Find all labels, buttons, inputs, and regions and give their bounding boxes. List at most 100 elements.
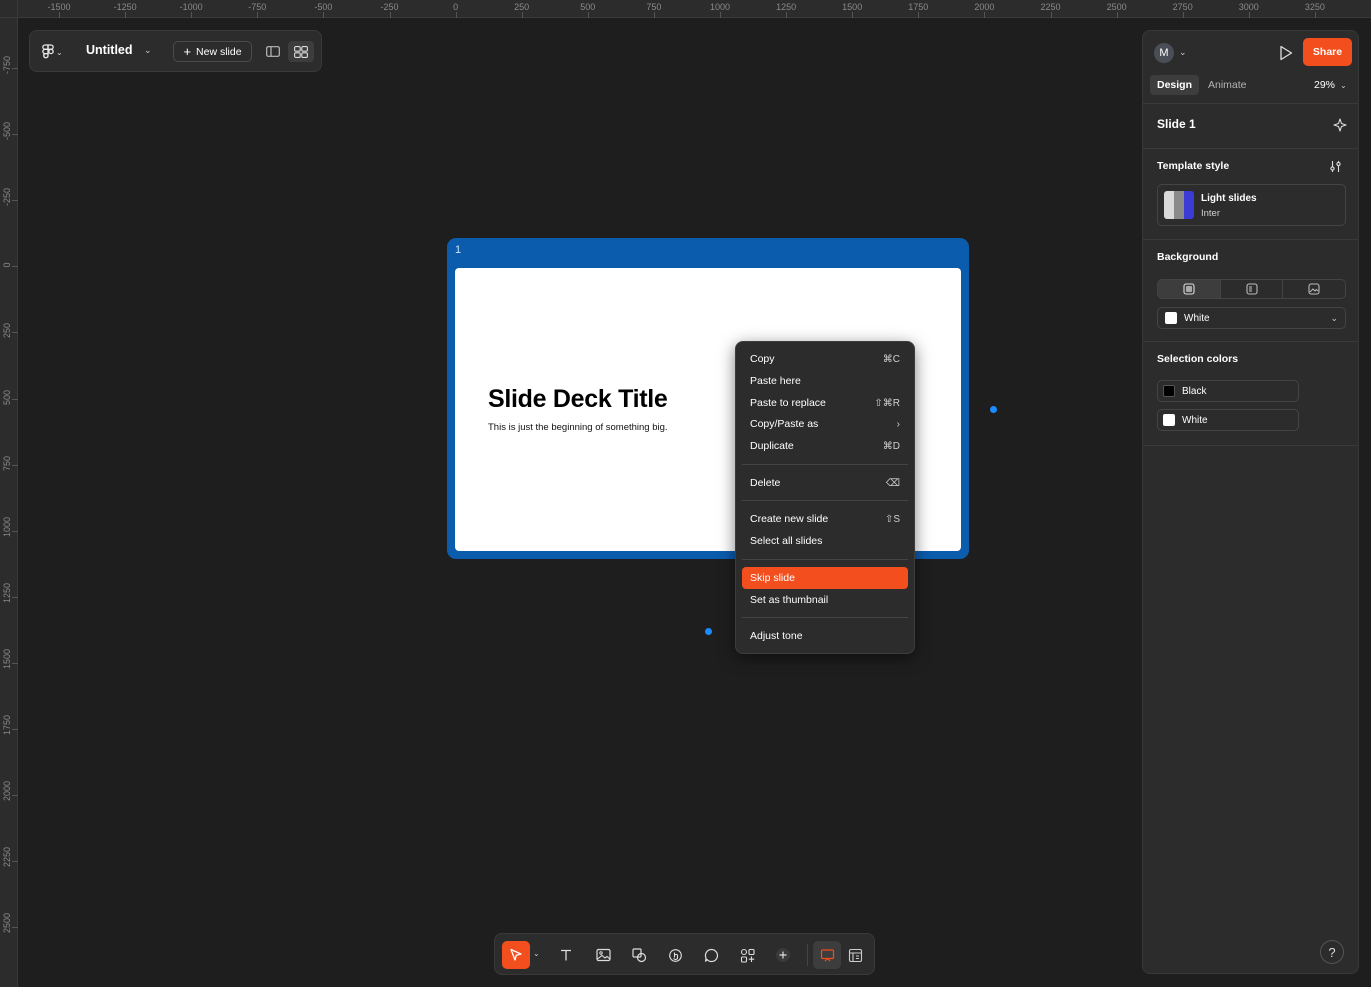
solid-fill-icon	[1183, 283, 1195, 295]
background-color-select[interactable]: White ⌄	[1157, 307, 1346, 329]
ruler-tick	[191, 12, 193, 18]
ruler-label: 500	[2, 389, 12, 405]
color-swatch	[1165, 312, 1177, 324]
slide-subtitle[interactable]: This is just the beginning of something …	[488, 422, 668, 433]
top-toolbar: ⌄ Untitled ⌄ + New slide	[29, 30, 322, 72]
menu-item-delete[interactable]: Delete ⌫	[742, 472, 908, 494]
menu-item-paste-to-replace[interactable]: Paste to replace ⇧⌘R	[742, 392, 908, 414]
help-button[interactable]: ?	[1320, 940, 1344, 964]
ruler-tick	[12, 200, 18, 202]
single-view-icon	[266, 46, 280, 57]
menu-item-create-new-slide[interactable]: Create new slide ⇧S	[742, 508, 908, 530]
plus-circle-icon	[776, 948, 790, 962]
ruler-tick	[918, 12, 920, 18]
grid-view-button[interactable]	[288, 41, 314, 62]
ruler-label: 2500	[1106, 2, 1127, 12]
ruler-tick	[323, 12, 325, 18]
ruler-label: 0	[453, 2, 459, 12]
dev-mode-button[interactable]	[841, 941, 869, 969]
ruler-label: 2250	[1040, 2, 1061, 12]
avatar[interactable]: M	[1154, 43, 1174, 63]
menu-item-paste-here[interactable]: Paste here	[742, 370, 908, 392]
slide-title[interactable]: Slide Deck Title	[488, 385, 668, 414]
tab-design[interactable]: Design	[1150, 75, 1200, 95]
widgets-icon	[740, 948, 755, 963]
menu-item-copy-paste-as[interactable]: Copy/Paste as ›	[742, 413, 908, 435]
chevron-right-icon: ›	[896, 418, 900, 430]
menu-item-set-as-thumbnail[interactable]: Set as thumbnail	[742, 589, 908, 611]
panel-divider	[1143, 148, 1358, 149]
ruler-label: 750	[646, 2, 662, 12]
comment-tool-button[interactable]	[697, 941, 725, 969]
selection-color-black[interactable]: Black	[1157, 380, 1299, 402]
ruler-tick	[1182, 12, 1184, 18]
ruler-label: -500	[314, 2, 333, 12]
menu-item-skip-slide[interactable]: Skip slide	[742, 567, 908, 589]
ruler-corner	[0, 0, 18, 18]
ruler-label: 2000	[974, 2, 995, 12]
ruler-tick	[587, 12, 589, 18]
tab-animate[interactable]: Animate	[1201, 75, 1254, 95]
ruler-tick	[720, 12, 721, 18]
template-style-card[interactable]: Light slides Inter	[1157, 184, 1346, 226]
ruler-left: -750 -500 -250 0 250 500 750 1000 1250 1500 1750 20…	[0, 18, 18, 987]
selection-color-white[interactable]: White	[1157, 409, 1299, 431]
single-slide-view-button[interactable]	[260, 41, 286, 62]
interactive-tool-button[interactable]	[661, 941, 689, 969]
chevron-down-icon[interactable]: ⌄	[1179, 47, 1187, 58]
menu-item-duplicate[interactable]: Duplicate ⌘D	[742, 435, 908, 457]
resize-handle-bottom[interactable]	[705, 628, 712, 635]
play-icon	[1280, 45, 1293, 61]
ruler-tick	[12, 398, 18, 400]
ruler-tick	[12, 662, 18, 664]
new-slide-button[interactable]: + New slide	[173, 41, 252, 62]
ruler-tick	[12, 266, 18, 268]
slide-settings-button[interactable]	[1332, 117, 1348, 133]
ruler-tick	[125, 12, 127, 18]
background-type-segmented	[1157, 279, 1346, 299]
ruler-tick	[389, 12, 391, 18]
ruler-label: -250	[380, 2, 399, 12]
ruler-top: -1500 -1250 -1000 -750 -500 -250 0 250 500 750 100…	[0, 0, 1371, 18]
chevron-down-icon[interactable]: ⌄	[144, 45, 152, 56]
ruler-tick	[12, 596, 18, 598]
image-tool-button[interactable]	[589, 941, 617, 969]
sliders-icon	[1329, 160, 1341, 172]
share-button[interactable]: Share	[1303, 38, 1352, 66]
ruler-tick	[12, 134, 18, 136]
main-menu-button[interactable]: ⌄	[42, 43, 70, 61]
ruler-label: 1000	[709, 2, 731, 12]
menu-item-adjust-tone[interactable]: Adjust tone	[742, 625, 908, 647]
slide-name: Slide 1	[1157, 117, 1196, 131]
chevron-down-icon[interactable]: ⌄	[533, 949, 540, 958]
present-button[interactable]	[1276, 43, 1296, 63]
slide-number: 1	[455, 244, 462, 256]
template-settings-button[interactable]	[1327, 158, 1343, 174]
plugins-tool-button[interactable]	[733, 941, 761, 969]
add-button[interactable]	[769, 941, 797, 969]
shape-tool-button[interactable]	[625, 941, 653, 969]
background-solid-button[interactable]	[1158, 280, 1221, 298]
move-tool-button[interactable]	[502, 941, 530, 969]
ruler-tick	[12, 332, 18, 334]
text-tool-button[interactable]	[552, 941, 580, 969]
ruler-tick	[12, 530, 18, 532]
menu-item-select-all-slides[interactable]: Select all slides	[742, 530, 908, 552]
panel-divider	[1143, 341, 1358, 342]
zoom-level[interactable]: 29% ⌄	[1314, 79, 1347, 91]
template-font: Inter	[1201, 208, 1221, 219]
design-mode-button[interactable]	[813, 941, 841, 969]
backspace-icon: ⌫	[885, 477, 900, 489]
sparkle-settings-icon	[1333, 118, 1347, 132]
ruler-label: 1750	[908, 2, 929, 12]
background-gradient-button[interactable]	[1221, 280, 1284, 298]
background-image-button[interactable]	[1283, 280, 1345, 298]
context-menu: Copy ⌘C Paste here Paste to replace ⇧⌘R …	[735, 341, 915, 654]
document-title[interactable]: Untitled	[86, 43, 133, 57]
ruler-label: 1250	[776, 2, 797, 12]
menu-item-copy[interactable]: Copy ⌘C	[742, 348, 908, 370]
ruler-label: 0	[2, 262, 12, 268]
ruler-tick	[786, 12, 788, 18]
selection-colors-title: Selection colors	[1157, 353, 1239, 365]
resize-handle-right[interactable]	[990, 406, 997, 413]
